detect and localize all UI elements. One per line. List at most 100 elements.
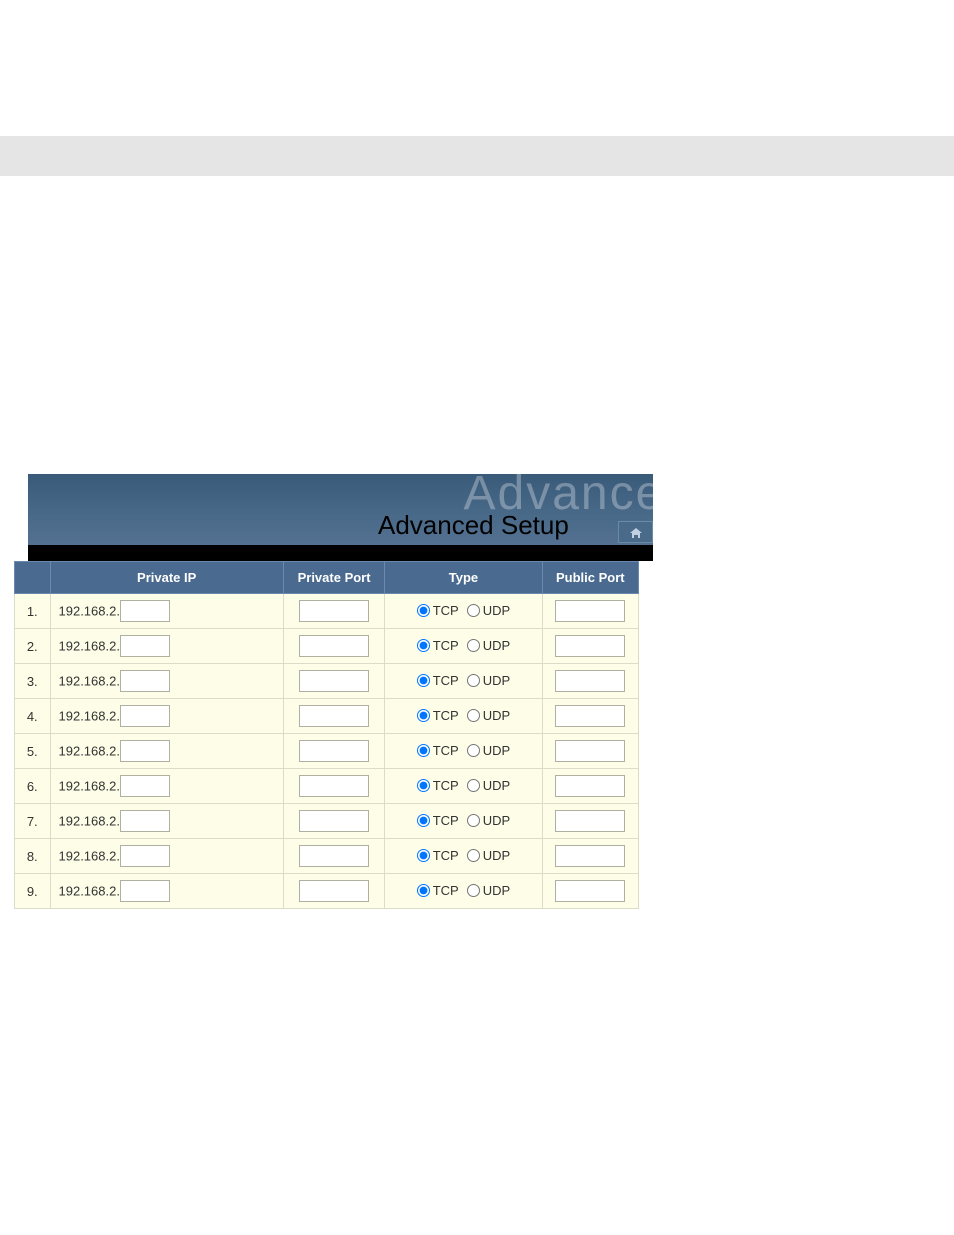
- table-row: 4.192.168.2.TCPUDP: [15, 699, 639, 734]
- udp-radio-wrap[interactable]: UDP: [467, 743, 510, 758]
- udp-radio[interactable]: [467, 604, 480, 617]
- udp-label: UDP: [483, 848, 510, 863]
- private-ip-cell: 192.168.2.: [50, 734, 283, 769]
- private-ip-cell: 192.168.2.: [50, 804, 283, 839]
- udp-radio-wrap[interactable]: UDP: [467, 708, 510, 723]
- private-port-input[interactable]: [299, 880, 369, 902]
- public-port-input[interactable]: [555, 810, 625, 832]
- tcp-radio-wrap[interactable]: TCP: [417, 848, 459, 863]
- row-number: 9.: [15, 874, 51, 909]
- type-cell: TCP UDP: [385, 804, 542, 839]
- type-cell: TCP UDP: [385, 839, 542, 874]
- ip-prefix: 192.168.2.: [59, 779, 120, 794]
- private-ip-input[interactable]: [120, 635, 170, 657]
- header-public-port: Public Port: [542, 562, 638, 594]
- main-container: Advanced Advanced Setup Private IP Priva…: [14, 474, 639, 909]
- tcp-radio[interactable]: [417, 814, 430, 827]
- private-port-input[interactable]: [299, 740, 369, 762]
- private-ip-input[interactable]: [120, 810, 170, 832]
- tcp-radio[interactable]: [417, 779, 430, 792]
- row-number: 5.: [15, 734, 51, 769]
- public-port-input[interactable]: [555, 635, 625, 657]
- private-ip-input[interactable]: [120, 845, 170, 867]
- tcp-label: TCP: [433, 848, 459, 863]
- private-port-input[interactable]: [299, 635, 369, 657]
- udp-radio[interactable]: [467, 849, 480, 862]
- tcp-label: TCP: [433, 708, 459, 723]
- public-port-cell: [542, 629, 638, 664]
- private-port-cell: [283, 734, 384, 769]
- type-cell: TCP UDP: [385, 874, 542, 909]
- table-row: 1.192.168.2.TCPUDP: [15, 594, 639, 629]
- private-ip-input[interactable]: [120, 705, 170, 727]
- header-type: Type: [385, 562, 542, 594]
- private-ip-input[interactable]: [120, 600, 170, 622]
- tcp-radio[interactable]: [417, 674, 430, 687]
- udp-radio[interactable]: [467, 814, 480, 827]
- tcp-radio-wrap[interactable]: TCP: [417, 708, 459, 723]
- private-ip-input[interactable]: [120, 880, 170, 902]
- private-port-input[interactable]: [299, 705, 369, 727]
- udp-radio-wrap[interactable]: UDP: [467, 778, 510, 793]
- tcp-radio-wrap[interactable]: TCP: [417, 813, 459, 828]
- table-row: 2.192.168.2.TCPUDP: [15, 629, 639, 664]
- private-ip-cell: 192.168.2.: [50, 664, 283, 699]
- tcp-radio[interactable]: [417, 849, 430, 862]
- private-port-input[interactable]: [299, 670, 369, 692]
- public-port-input[interactable]: [555, 740, 625, 762]
- tcp-radio-wrap[interactable]: TCP: [417, 673, 459, 688]
- udp-radio[interactable]: [467, 639, 480, 652]
- home-icon: [629, 526, 643, 538]
- public-port-input[interactable]: [555, 845, 625, 867]
- tcp-radio[interactable]: [417, 709, 430, 722]
- public-port-input[interactable]: [555, 705, 625, 727]
- udp-radio-wrap[interactable]: UDP: [467, 638, 510, 653]
- public-port-cell: [542, 769, 638, 804]
- udp-label: UDP: [483, 813, 510, 828]
- tcp-radio-wrap[interactable]: TCP: [417, 603, 459, 618]
- tcp-label: TCP: [433, 673, 459, 688]
- public-port-input[interactable]: [555, 775, 625, 797]
- public-port-input[interactable]: [555, 880, 625, 902]
- private-port-input[interactable]: [299, 810, 369, 832]
- type-cell: TCP UDP: [385, 734, 542, 769]
- udp-radio[interactable]: [467, 884, 480, 897]
- private-port-cell: [283, 804, 384, 839]
- tcp-radio-wrap[interactable]: TCP: [417, 778, 459, 793]
- public-port-cell: [542, 699, 638, 734]
- udp-radio[interactable]: [467, 709, 480, 722]
- private-port-input[interactable]: [299, 845, 369, 867]
- tcp-radio[interactable]: [417, 604, 430, 617]
- udp-radio-wrap[interactable]: UDP: [467, 848, 510, 863]
- public-port-input[interactable]: [555, 600, 625, 622]
- home-button[interactable]: [618, 521, 653, 543]
- private-ip-input[interactable]: [120, 775, 170, 797]
- ip-prefix: 192.168.2.: [59, 604, 120, 619]
- public-port-input[interactable]: [555, 670, 625, 692]
- tcp-radio[interactable]: [417, 639, 430, 652]
- udp-radio-wrap[interactable]: UDP: [467, 603, 510, 618]
- private-ip-input[interactable]: [120, 740, 170, 762]
- private-port-input[interactable]: [299, 600, 369, 622]
- udp-radio-wrap[interactable]: UDP: [467, 883, 510, 898]
- tcp-radio-wrap[interactable]: TCP: [417, 638, 459, 653]
- tcp-radio-wrap[interactable]: TCP: [417, 743, 459, 758]
- tcp-radio-wrap[interactable]: TCP: [417, 883, 459, 898]
- private-port-cell: [283, 874, 384, 909]
- ip-prefix: 192.168.2.: [59, 674, 120, 689]
- tcp-radio[interactable]: [417, 884, 430, 897]
- ip-prefix: 192.168.2.: [59, 814, 120, 829]
- public-port-cell: [542, 664, 638, 699]
- private-port-input[interactable]: [299, 775, 369, 797]
- udp-radio[interactable]: [467, 674, 480, 687]
- udp-radio[interactable]: [467, 779, 480, 792]
- udp-radio-wrap[interactable]: UDP: [467, 673, 510, 688]
- private-port-cell: [283, 699, 384, 734]
- private-ip-input[interactable]: [120, 670, 170, 692]
- udp-radio-wrap[interactable]: UDP: [467, 813, 510, 828]
- ip-prefix: 192.168.2.: [59, 849, 120, 864]
- private-ip-cell: 192.168.2.: [50, 629, 283, 664]
- tcp-radio[interactable]: [417, 744, 430, 757]
- udp-radio[interactable]: [467, 744, 480, 757]
- type-cell: TCP UDP: [385, 699, 542, 734]
